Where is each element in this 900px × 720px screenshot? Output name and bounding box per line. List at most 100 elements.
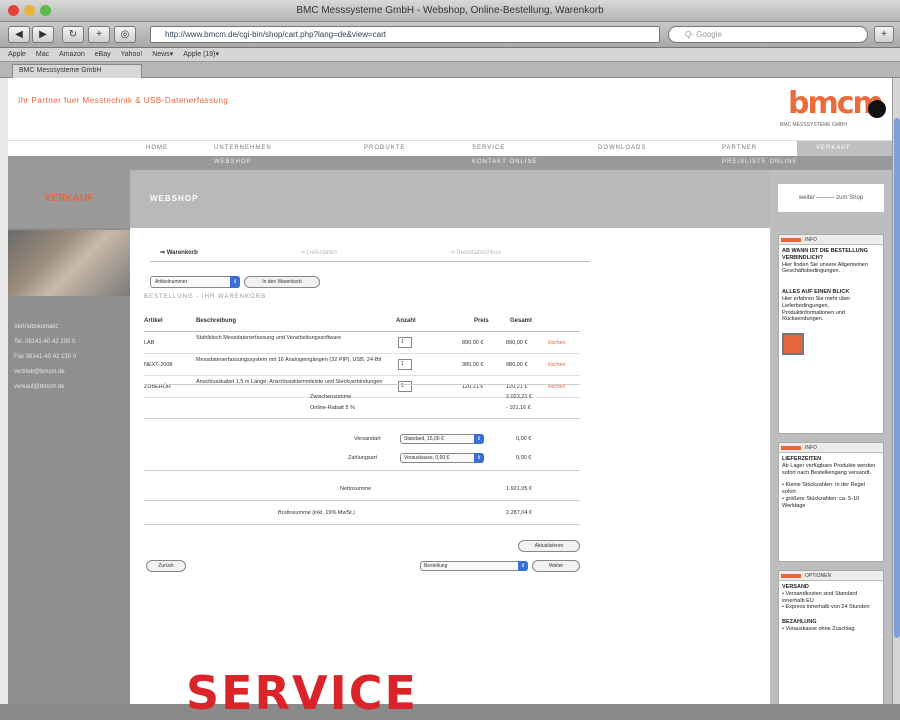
- bookmark-item[interactable]: Yahoo!: [121, 51, 143, 58]
- cart-table: Artikel Beschreibung Anzahl Preis Gesamt…: [144, 312, 580, 398]
- bookmark-item[interactable]: Mac: [36, 51, 49, 58]
- bottom-select[interactable]: Bestellung ⇕: [420, 561, 528, 571]
- discount-label: Online-Rabatt 5 %: [310, 405, 355, 411]
- to-shop-link[interactable]: weiter ——— zum Shop: [778, 184, 884, 212]
- delivery-bullet: • größere Stückzahlen: ca. 5-10 Werktage: [782, 495, 860, 509]
- sidebar-photo: [8, 230, 130, 296]
- main-nav: HOME UNTERNEHMEN PRODUKTE SERVICE DOWNLO…: [8, 140, 892, 157]
- tab-bar: BMC Messsysteme GmbH: [0, 62, 900, 78]
- nav-item-produkte[interactable]: PRODUKTE: [364, 145, 405, 151]
- divider: [144, 524, 580, 525]
- table-row: LAB Stahlblech Messdatenerfassung und Ve…: [144, 332, 580, 354]
- table-header: Artikel Beschreibung Anzahl Preis Gesamt: [144, 312, 580, 332]
- select-arrow-icon: ⇕: [230, 276, 240, 288]
- reader-button[interactable]: ◎: [114, 26, 136, 43]
- continue-button[interactable]: Weiter: [532, 560, 580, 572]
- payment-select[interactable]: Vorauskasse, 0,00 € ⇕: [400, 453, 484, 463]
- delivery-text: Ab Lager verfügbare Produkte werden sofo…: [782, 462, 876, 476]
- info-text[interactable]: Hier finden Sie unsere Allgemeinen Gesch…: [782, 262, 880, 276]
- right-column: weiter ——— zum Shop INFO AB WANN IST DIE…: [770, 170, 892, 704]
- subnav-item-kontakt[interactable]: KONTAKT ONLINE: [472, 159, 538, 165]
- delete-link[interactable]: löschen: [548, 362, 565, 368]
- nav-item-home[interactable]: HOME: [146, 145, 168, 151]
- checkout-steps: ⇒ Warenkorb ⇒ Lieferdaten ⇒ Bestellabsch…: [150, 246, 590, 262]
- subnav-item-preisliste[interactable]: PREISLISTE ONLINE: [722, 159, 798, 165]
- bmcm-logo[interactable]: bmcm: [788, 86, 884, 121]
- recalculate-button[interactable]: Aktualisieren: [518, 540, 580, 552]
- article-select[interactable]: Artikelnummer ⇕: [150, 276, 240, 288]
- bookmark-item[interactable]: News▾: [152, 51, 173, 58]
- info-text[interactable]: Hier erfahren Sie mehr über Lieferbeding…: [782, 296, 880, 323]
- browser-tab[interactable]: BMC Messsysteme GmbH: [12, 64, 142, 78]
- logo-subtitle: BMC MESSSYSTEME GMBH: [780, 122, 847, 128]
- quantity-field[interactable]: 1: [398, 359, 412, 370]
- divider: [144, 384, 580, 385]
- nav-item-service[interactable]: SERVICE: [472, 145, 505, 151]
- options-box-header: OPTIONEN: [779, 571, 883, 581]
- quantity-field[interactable]: 1: [398, 381, 412, 392]
- cart-section-title: BESTELLUNG - IHR WARENKORB: [144, 294, 267, 300]
- bookmark-button[interactable]: +: [874, 26, 894, 43]
- contact-heading: Vertriebskontakt:: [14, 324, 59, 330]
- refresh-button[interactable]: ↻: [62, 26, 84, 43]
- browser-toolbar: ◀ ▶ ↻ + ◎ http://www.bmcm.de/cgi-bin/sho…: [0, 22, 900, 48]
- title-bar: BMC Messsysteme GmbH - Webshop, Online-B…: [0, 0, 900, 22]
- site-slogan: Ihr Partner fuer Messtechnik & USB-Daten…: [18, 96, 229, 105]
- table-row: NEXT-2008 Messdatenerfassungssystem mit …: [144, 354, 580, 376]
- window-title: BMC Messsysteme GmbH - Webshop, Online-B…: [296, 5, 604, 16]
- step-lieferdaten[interactable]: ⇒ Lieferdaten: [300, 249, 337, 256]
- nav-item-unternehmen[interactable]: UNTERNEHMEN: [214, 145, 272, 151]
- gross-total-label: Bruttosumme (inkl. 19% MwSt.): [278, 510, 356, 516]
- delete-link[interactable]: löschen: [548, 340, 565, 346]
- new-tab-button[interactable]: +: [88, 26, 110, 43]
- left-sidebar: VERKAUF Vertriebskontakt: Tel. 08141-40 …: [8, 170, 130, 704]
- subtotal-label: Zwischensumme: [310, 394, 352, 400]
- quantity-field[interactable]: 1: [398, 337, 412, 348]
- contact-email[interactable]: verkauf@bmcm.de: [14, 380, 124, 395]
- select-arrow-icon: ⇕: [518, 561, 528, 571]
- step-warenkorb[interactable]: ⇒ Warenkorb: [160, 249, 198, 256]
- col-header-preis: Preis: [474, 318, 489, 324]
- payment-label: Zahlungsart: [348, 455, 378, 461]
- document-icon: [782, 333, 804, 356]
- service-overlay-heading: SERVICE: [186, 666, 418, 720]
- search-field[interactable]: Q- Google: [668, 26, 868, 43]
- row-artikel: NEXT-2008: [144, 362, 173, 368]
- url-field[interactable]: http://www.bmcm.de/cgi-bin/shop/cart.php…: [150, 26, 660, 43]
- subnav-item-webshop[interactable]: WEBSHOP: [214, 159, 252, 165]
- shipping-select[interactable]: Standard, 15,00 € ⇕: [400, 434, 484, 444]
- add-to-cart-button[interactable]: In den Warenkorb: [244, 276, 320, 288]
- col-header-gesamt: Gesamt: [510, 318, 533, 324]
- bookmark-item[interactable]: Amazon: [59, 51, 85, 58]
- delivery-bullet: • Kleine Stückzahlen: in der Regel sofor…: [782, 482, 865, 496]
- step-abschluss[interactable]: ⇒ Bestellabschluss: [450, 249, 501, 256]
- contact-fax: Fax 08141-40 42 130 0: [14, 354, 77, 360]
- info-box: INFO AB WANN IST DIE BESTELLUNG VERBINDL…: [778, 234, 884, 434]
- options-heading: VERSAND: [782, 584, 809, 590]
- forward-button[interactable]: ▶: [32, 26, 54, 43]
- back-button[interactable]: ◀: [8, 26, 30, 43]
- back-page-button[interactable]: Zurück: [146, 560, 186, 572]
- delivery-box: INFO LIEFERZEITEN Ab Lager verfügbare Pr…: [778, 442, 884, 562]
- vertical-scrollbar[interactable]: [892, 78, 900, 704]
- shipping-label: Versandart: [354, 436, 381, 442]
- sidebar-title: VERKAUF: [8, 170, 130, 228]
- row-total: 890,00 €: [506, 340, 528, 346]
- nav-item-downloads[interactable]: DOWNLOADS: [598, 145, 646, 151]
- bookmarks-bar: Apple Mac Amazon eBay Yahoo! News▾ Apple…: [0, 48, 900, 62]
- bookmark-item[interactable]: eBay: [95, 51, 111, 58]
- info-heading: ALLES AUF EINEN BLICK: [782, 289, 850, 296]
- row-desc: Stahlblech Messdatenerfassung und Verarb…: [196, 335, 342, 341]
- options-box: OPTIONEN VERSAND • Versandkosten sind St…: [778, 570, 884, 704]
- web-page: Ihr Partner fuer Messtechnik & USB-Daten…: [8, 78, 892, 704]
- options-bullet: • Express innerhalb von 24 Stunden: [782, 604, 870, 611]
- col-header-anzahl: Anzahl: [396, 318, 416, 324]
- scrollbar-thumb[interactable]: [894, 118, 900, 638]
- contact-email[interactable]: vertrieb@bmcm.de: [14, 365, 124, 380]
- nav-item-verkauf[interactable]: VERKAUF: [816, 145, 851, 151]
- row-artikel: LAB: [144, 340, 155, 346]
- nav-item-partner[interactable]: PARTNER: [722, 145, 757, 151]
- bookmark-item[interactable]: Apple: [8, 51, 26, 58]
- bookmark-item[interactable]: Apple (19)▾: [183, 51, 219, 58]
- cart-content: ⇒ Warenkorb ⇒ Lieferdaten ⇒ Bestellabsch…: [130, 228, 770, 704]
